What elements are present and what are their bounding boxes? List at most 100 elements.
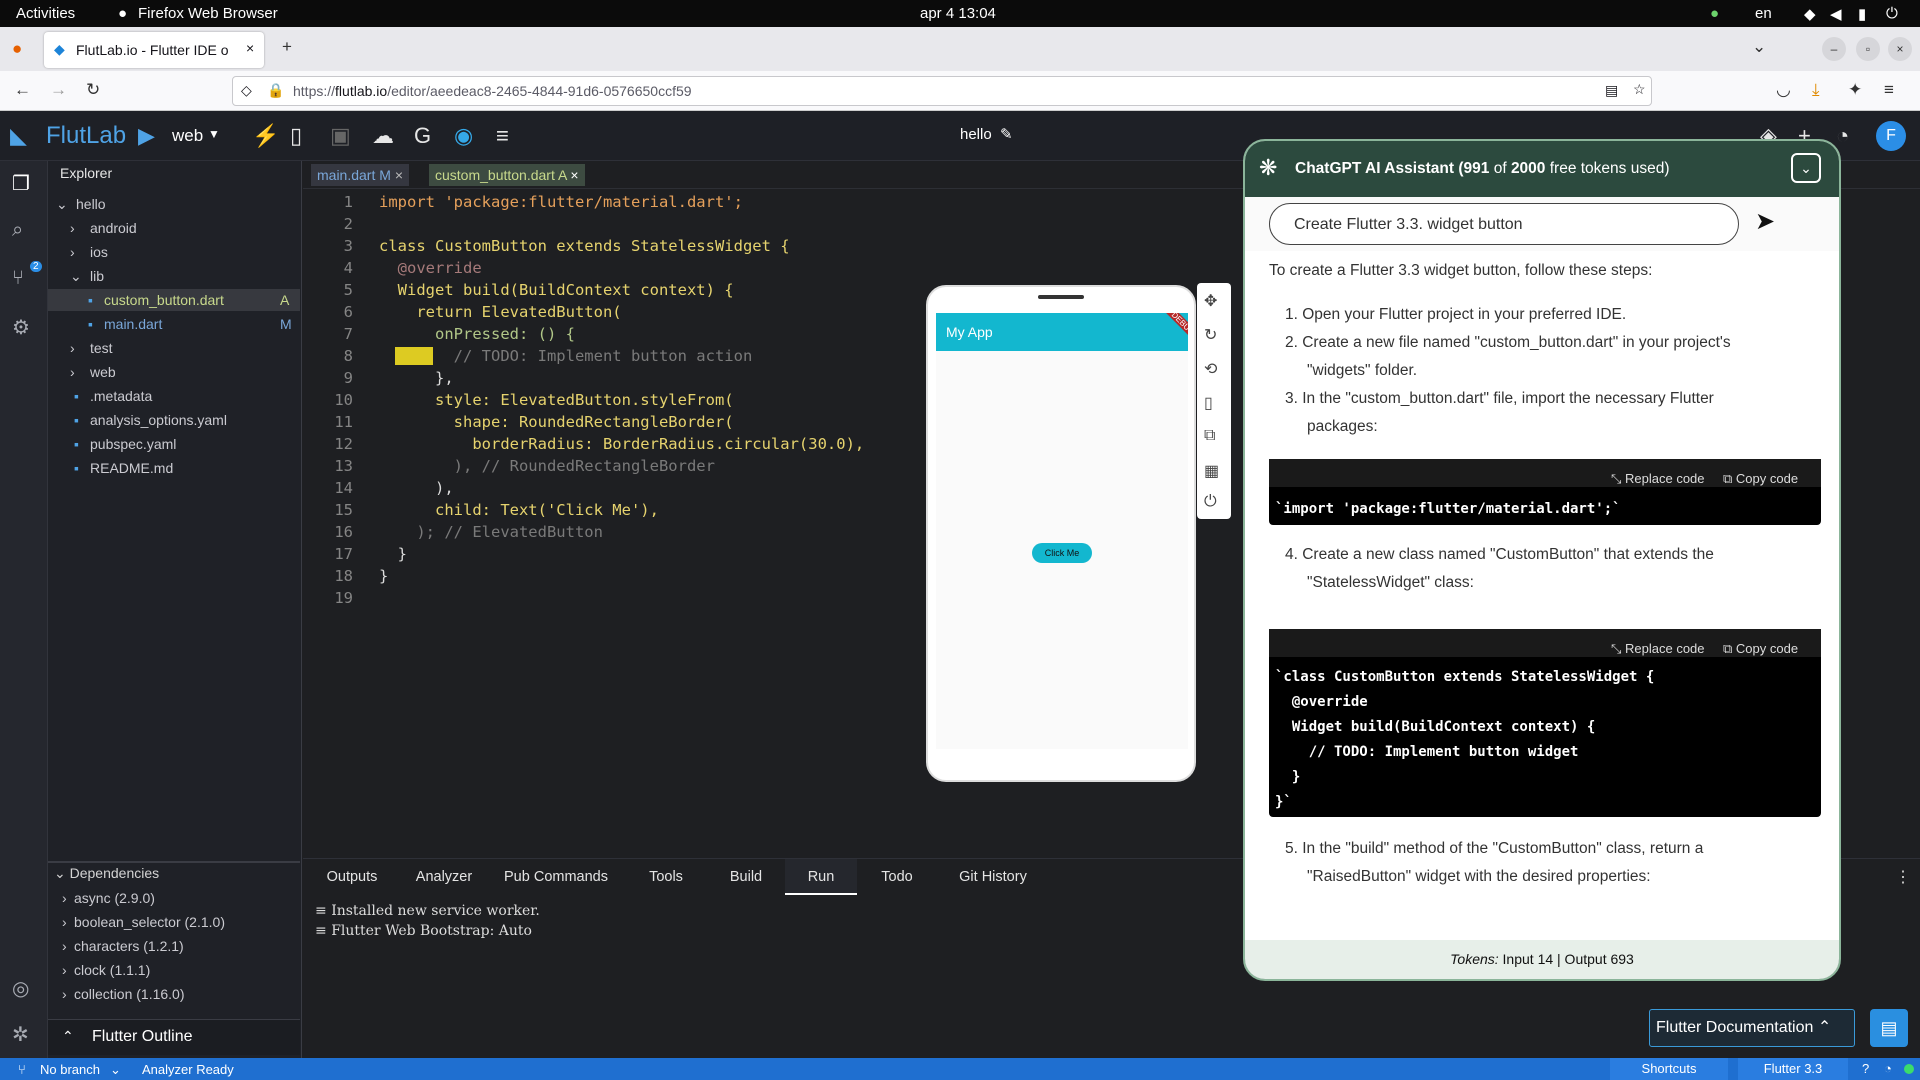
close-tab-icon[interactable]: ×: [246, 40, 254, 56]
device-icon[interactable]: ▯: [290, 123, 302, 149]
flutter-version-select[interactable]: Flutter 3.3: [1738, 1058, 1848, 1080]
hot-reload-icon[interactable]: ⚡: [252, 123, 279, 149]
chat-bubble-icon[interactable]: ▤: [1870, 1009, 1908, 1047]
tree-item[interactable]: › test: [48, 337, 300, 359]
tree-item[interactable]: ▪ README.md: [48, 457, 300, 479]
bottom-tab[interactable]: Todo: [857, 859, 937, 895]
flutter-documentation-button[interactable]: Flutter Documentation ⌃: [1649, 1009, 1855, 1047]
extensions-icon[interactable]: ✦: [1848, 80, 1862, 100]
shortcuts-button[interactable]: Shortcuts: [1610, 1058, 1728, 1080]
forward-icon[interactable]: →: [50, 80, 67, 100]
clock[interactable]: apr 4 13:04: [920, 5, 996, 22]
tree-item[interactable]: ▪ .metadata: [48, 385, 300, 407]
power-icon[interactable]: ⏻: [1886, 5, 1898, 22]
account-icon[interactable]: ◎: [12, 976, 29, 1001]
dependency-item[interactable]: › boolean_selector (2.1.0): [48, 911, 300, 933]
tree-item[interactable]: ⌄ hello: [48, 193, 300, 215]
url-bar[interactable]: ◇ 🔒 https://flutlab.io/editor/aeedeac8-2…: [232, 76, 1652, 106]
code-lines[interactable]: 1 import 'package:flutter/material.dart';…: [303, 191, 943, 611]
volume-icon[interactable]: ◀: [1830, 5, 1842, 23]
power-icon[interactable]: ⏻: [1204, 493, 1217, 511]
lock-icon[interactable]: 🔒: [267, 82, 284, 99]
reader-view-icon[interactable]: ▤: [1605, 82, 1618, 99]
tree-item[interactable]: › android: [48, 217, 300, 239]
debug-icon[interactable]: ✲: [12, 1022, 29, 1047]
files-icon[interactable]: ❐: [12, 171, 30, 196]
tree-item[interactable]: › web: [48, 361, 300, 383]
tree-item[interactable]: › ios: [48, 241, 300, 263]
cloud-upload-icon[interactable]: ☁: [372, 123, 394, 149]
language-indicator[interactable]: en: [1755, 5, 1772, 22]
search-icon[interactable]: ⌕: [12, 219, 23, 242]
new-tab-icon[interactable]: +: [282, 37, 292, 57]
notification-bell-icon[interactable]: ◔: [1884, 1061, 1892, 1076]
dependency-item[interactable]: › collection (1.16.0): [48, 983, 300, 1005]
chevron-down-icon[interactable]: ▼: [208, 127, 220, 141]
close-icon[interactable]: ×: [395, 167, 403, 183]
tab-main-dart[interactable]: main.dart M ×: [311, 164, 409, 186]
close-window-icon[interactable]: ×: [1888, 37, 1912, 61]
bottom-tab[interactable]: Analyzer: [401, 859, 487, 895]
app-logo[interactable]: FlutLab: [46, 122, 126, 150]
flutter-outline-panel[interactable]: ⌃ Flutter Outline: [48, 1019, 300, 1055]
collapse-panel-button[interactable]: ⌄: [1791, 153, 1821, 183]
bottom-tab[interactable]: Run: [785, 859, 857, 895]
send-icon[interactable]: ➤: [1755, 207, 1775, 236]
move-icon[interactable]: ✥: [1204, 291, 1217, 311]
minimize-icon[interactable]: –: [1822, 37, 1846, 61]
chatgpt-icon[interactable]: ◉: [454, 123, 473, 149]
replace-code-button[interactable]: ⤡ Replace code: [1611, 635, 1705, 663]
tree-item[interactable]: ⌄ lib: [48, 265, 300, 287]
bookmark-star-icon[interactable]: ☆: [1633, 81, 1646, 98]
maximize-icon[interactable]: ▫: [1856, 37, 1880, 61]
tree-item[interactable]: ▪ custom_button.dart A: [48, 289, 300, 311]
browser-tab[interactable]: ◆ FlutLab.io - Flutter IDE o ×: [44, 32, 264, 68]
menu-icon[interactable]: ≡: [1884, 80, 1894, 100]
hamburger-menu-icon[interactable]: ≡: [496, 123, 509, 149]
target-select[interactable]: web: [172, 126, 203, 146]
prompt-input[interactable]: Create Flutter 3.3. widget button: [1269, 203, 1739, 245]
tab-custom-button-dart[interactable]: custom_button.dart A ×: [429, 164, 585, 186]
click-me-button[interactable]: Click Me: [1032, 543, 1092, 563]
list-tabs-icon[interactable]: ⌄: [1752, 37, 1766, 57]
qr-code-icon[interactable]: ▦: [1204, 461, 1219, 481]
dependency-item[interactable]: › clock (1.1.1): [48, 959, 300, 981]
active-app-name[interactable]: Firefox Web Browser: [138, 5, 278, 22]
avatar[interactable]: F: [1876, 121, 1906, 151]
replace-code-button[interactable]: ⤡ Replace code: [1611, 465, 1705, 493]
copy-code-button[interactable]: ⧉ Copy code: [1723, 465, 1798, 493]
settings-gear-icon[interactable]: ⚙: [12, 315, 30, 340]
microphone-icon[interactable]: ▮: [1858, 5, 1866, 23]
dependency-item[interactable]: › characters (1.2.1): [48, 935, 300, 957]
branch-status[interactable]: No branch: [40, 1062, 100, 1077]
bottom-tab[interactable]: Tools: [625, 859, 707, 895]
reload-icon[interactable]: ↻: [86, 80, 100, 100]
wifi-icon[interactable]: ◆: [1804, 5, 1816, 23]
activities-button[interactable]: Activities: [16, 5, 75, 22]
tree-item[interactable]: ▪ main.dart M: [48, 313, 300, 335]
run-icon[interactable]: ▶: [138, 123, 155, 149]
source-control-icon[interactable]: ⑂: [12, 267, 24, 290]
open-external-icon[interactable]: ⧉: [1204, 427, 1215, 445]
help-icon[interactable]: ?: [1862, 1061, 1869, 1076]
tree-item[interactable]: ▪ pubspec.yaml: [48, 433, 300, 455]
edit-name-icon[interactable]: ✎: [1000, 125, 1013, 143]
google-icon[interactable]: G: [414, 123, 431, 149]
dependency-item[interactable]: › async (2.9.0): [48, 887, 300, 909]
save-icon[interactable]: ▣: [330, 123, 351, 149]
bottom-tab[interactable]: Outputs: [303, 859, 401, 895]
tracking-shield-icon[interactable]: ◇: [241, 82, 252, 99]
close-icon[interactable]: ×: [570, 167, 578, 183]
device-frame-icon[interactable]: ▯: [1204, 393, 1213, 413]
project-name[interactable]: hello: [960, 126, 992, 143]
shield-check-icon[interactable]: ●: [1710, 5, 1719, 22]
bottom-tab[interactable]: Git History: [937, 859, 1049, 895]
firefox-view-icon[interactable]: ●: [12, 39, 22, 59]
back-icon[interactable]: ←: [14, 80, 31, 100]
copy-code-button[interactable]: ⧉ Copy code: [1723, 635, 1798, 663]
restart-icon[interactable]: ↻: [1204, 325, 1217, 345]
downloads-icon[interactable]: ⤓: [1812, 80, 1820, 100]
rotate-icon[interactable]: ⟲: [1204, 359, 1217, 379]
bottom-tab[interactable]: Build: [707, 859, 785, 895]
pocket-icon[interactable]: ◡: [1776, 80, 1791, 100]
